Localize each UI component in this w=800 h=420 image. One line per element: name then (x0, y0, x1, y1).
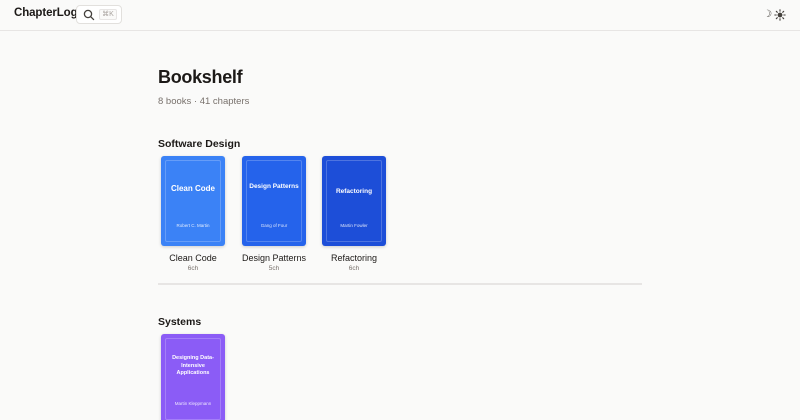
cover-title: Refactoring (335, 188, 373, 195)
section-title-systems: Systems (158, 316, 202, 328)
search-icon (83, 9, 95, 21)
search-shortcut: ⌘K (99, 9, 117, 20)
chapter-count: 6ch (187, 265, 199, 272)
theme-toggle[interactable]: ☽ (763, 9, 786, 21)
book-title[interactable]: Refactoring (299, 253, 409, 263)
cover-author: Martin Fowler (340, 223, 368, 228)
page-title: Bookshelf (158, 67, 243, 87)
chapter-count: 6ch (348, 265, 360, 272)
sun-icon (774, 9, 786, 21)
search-button[interactable]: ⌘K (76, 5, 122, 24)
book-card[interactable]: Designing Data-Intensive Applications Ma… (158, 334, 228, 420)
book-cover[interactable]: Designing Data-Intensive Applications Ma… (161, 334, 225, 420)
cover-author: Robert C. Martin (176, 223, 210, 228)
moon-icon: ☽ (763, 9, 772, 20)
page-summary: 8 books · 41 chapters (158, 96, 250, 107)
app-logo[interactable]: ChapterLog (14, 7, 78, 19)
cover-author: Gang of Four (260, 223, 288, 228)
top-bar: ChapterLog ⌘K ☽ (0, 0, 800, 31)
book-cover[interactable]: Refactoring Martin Fowler (322, 156, 386, 246)
cover-title: Clean Code (170, 184, 215, 193)
cover-title: Designing Data-Intensive Applications (172, 355, 214, 376)
section-divider (158, 283, 642, 285)
chapter-count: 5ch (268, 265, 280, 272)
book-cover[interactable]: Design Patterns Gang of Four (242, 156, 306, 246)
book-cover[interactable]: Clean Code Robert C. Martin (161, 156, 225, 246)
cover-author: Martin Kleppmann (174, 401, 212, 406)
section-title-software-design: Software Design (158, 138, 241, 150)
book-card[interactable]: Clean Code Robert C. Martin Clean Code 6… (158, 156, 228, 272)
cover-title: Design Patterns (249, 183, 299, 190)
book-card[interactable]: Refactoring Martin Fowler Refactoring 6c… (319, 156, 389, 272)
